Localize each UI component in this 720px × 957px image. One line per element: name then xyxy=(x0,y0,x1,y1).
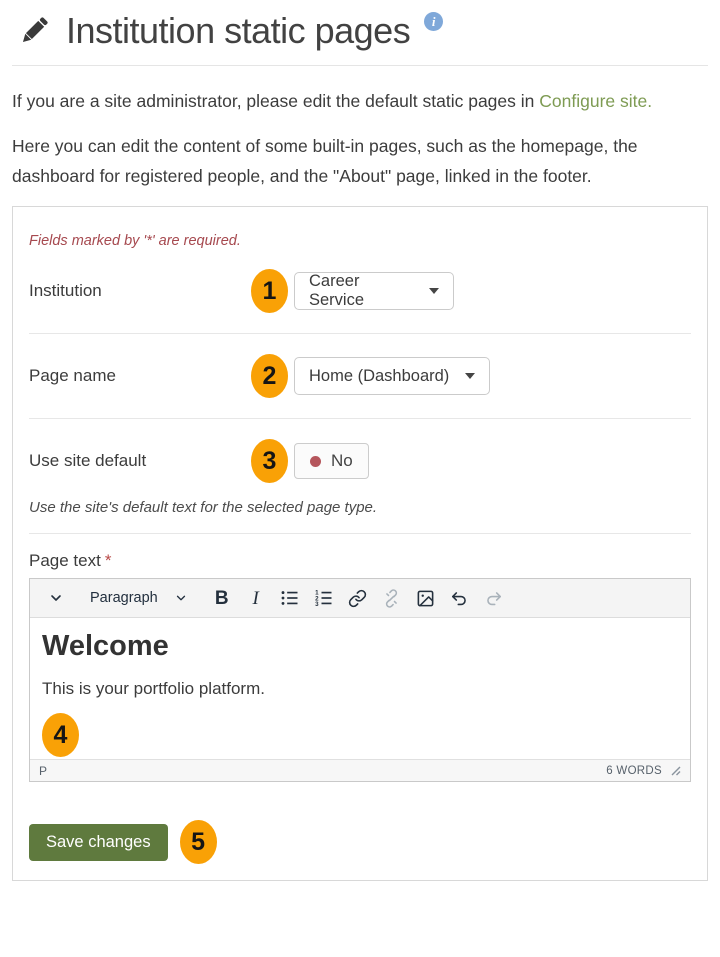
page-title: Institution static pages xyxy=(66,10,410,52)
caret-down-icon xyxy=(429,288,439,294)
save-row: Save changes 5 xyxy=(29,820,691,864)
bold-button[interactable]: B xyxy=(206,583,238,613)
institution-select[interactable]: Career Service xyxy=(294,272,454,310)
step-badge-5: 5 xyxy=(180,820,217,864)
admin-note-text: If you are a site administrator, please … xyxy=(12,91,534,111)
use-site-default-help: Use the site's default text for the sele… xyxy=(29,499,691,516)
undo-button[interactable] xyxy=(444,583,476,613)
info-circle-icon[interactable]: i xyxy=(424,12,443,31)
static-pages-form: Fields marked by '*' are required. Insti… xyxy=(12,206,708,881)
page-name-select-value: Home (Dashboard) xyxy=(309,367,449,386)
step-badge-3: 3 xyxy=(251,439,288,483)
use-site-default-section: Use site default 3 No Use the site's def… xyxy=(29,419,691,534)
page-text-label-text: Page text xyxy=(29,551,101,570)
institution-select-value: Career Service xyxy=(309,272,415,310)
chevron-down-icon xyxy=(174,591,188,605)
institution-static-pages: Institution static pages i If you are a … xyxy=(0,0,720,881)
admin-note: If you are a site administrator, please … xyxy=(12,86,708,116)
step-badge-1: 1 xyxy=(251,269,288,313)
page-name-select[interactable]: Home (Dashboard) xyxy=(294,357,490,395)
save-changes-button[interactable]: Save changes xyxy=(29,824,168,861)
italic-glyph: I xyxy=(253,589,259,608)
caret-down-icon xyxy=(465,373,475,379)
toolbar-more-icon[interactable] xyxy=(40,583,72,613)
bullet-list-button[interactable] xyxy=(274,583,306,613)
resize-grip-icon[interactable] xyxy=(671,766,681,776)
element-path: P xyxy=(39,764,47,778)
redo-button[interactable] xyxy=(478,583,510,613)
unlink-button[interactable] xyxy=(376,583,408,613)
page-header: Institution static pages i xyxy=(12,8,708,52)
svg-text:3: 3 xyxy=(315,601,319,608)
insert-image-button[interactable] xyxy=(410,583,442,613)
step-badge-2: 2 xyxy=(251,354,288,398)
numbered-list-button[interactable]: 123 xyxy=(308,583,340,613)
link-icon xyxy=(348,589,367,608)
editor-statusbar: P 6 WORDS xyxy=(30,759,690,781)
image-icon xyxy=(416,589,435,608)
editor-heading: Welcome xyxy=(42,630,678,663)
institution-row: Institution 1 Career Service xyxy=(29,249,691,334)
numbered-list-icon: 123 xyxy=(314,588,334,608)
page-name-row: Page name 2 Home (Dashboard) xyxy=(29,334,691,419)
use-site-default-toggle[interactable]: No xyxy=(294,443,369,479)
unlink-icon xyxy=(382,589,401,608)
bullet-list-icon xyxy=(280,588,300,608)
undo-icon xyxy=(450,589,469,608)
bold-glyph: B xyxy=(215,589,229,608)
redo-icon xyxy=(484,589,503,608)
use-site-default-label: Use site default xyxy=(29,451,251,471)
statusbar-right: 6 WORDS xyxy=(606,765,681,777)
required-fields-note: Fields marked by '*' are required. xyxy=(29,233,691,249)
configure-site-link[interactable]: Configure site. xyxy=(539,91,652,111)
page-name-label: Page name xyxy=(29,366,251,386)
use-site-default-value: No xyxy=(331,451,353,471)
use-site-default-row: Use site default 3 No xyxy=(29,419,691,489)
page-description: Here you can edit the content of some bu… xyxy=(12,131,708,191)
word-count: 6 WORDS xyxy=(606,765,662,777)
rich-text-editor: Paragraph B I xyxy=(29,578,691,782)
block-format-select[interactable]: Paragraph xyxy=(80,583,198,613)
editor-paragraph: This is your portfolio platform. xyxy=(42,679,678,699)
editor-toolbar: Paragraph B I xyxy=(30,579,690,618)
header-divider xyxy=(12,65,708,66)
italic-button[interactable]: I xyxy=(240,583,272,613)
pencil-icon xyxy=(16,13,52,49)
page-text-label: Page text* xyxy=(29,551,691,571)
block-format-value: Paragraph xyxy=(90,590,158,606)
institution-label: Institution xyxy=(29,281,251,301)
required-asterisk: * xyxy=(105,551,112,570)
step-badge-4: 4 xyxy=(42,713,79,757)
editor-content-area[interactable]: Welcome This is your portfolio platform.… xyxy=(30,618,690,759)
toggle-off-dot-icon xyxy=(310,456,321,467)
insert-link-button[interactable] xyxy=(342,583,374,613)
info-glyph: i xyxy=(432,14,436,30)
